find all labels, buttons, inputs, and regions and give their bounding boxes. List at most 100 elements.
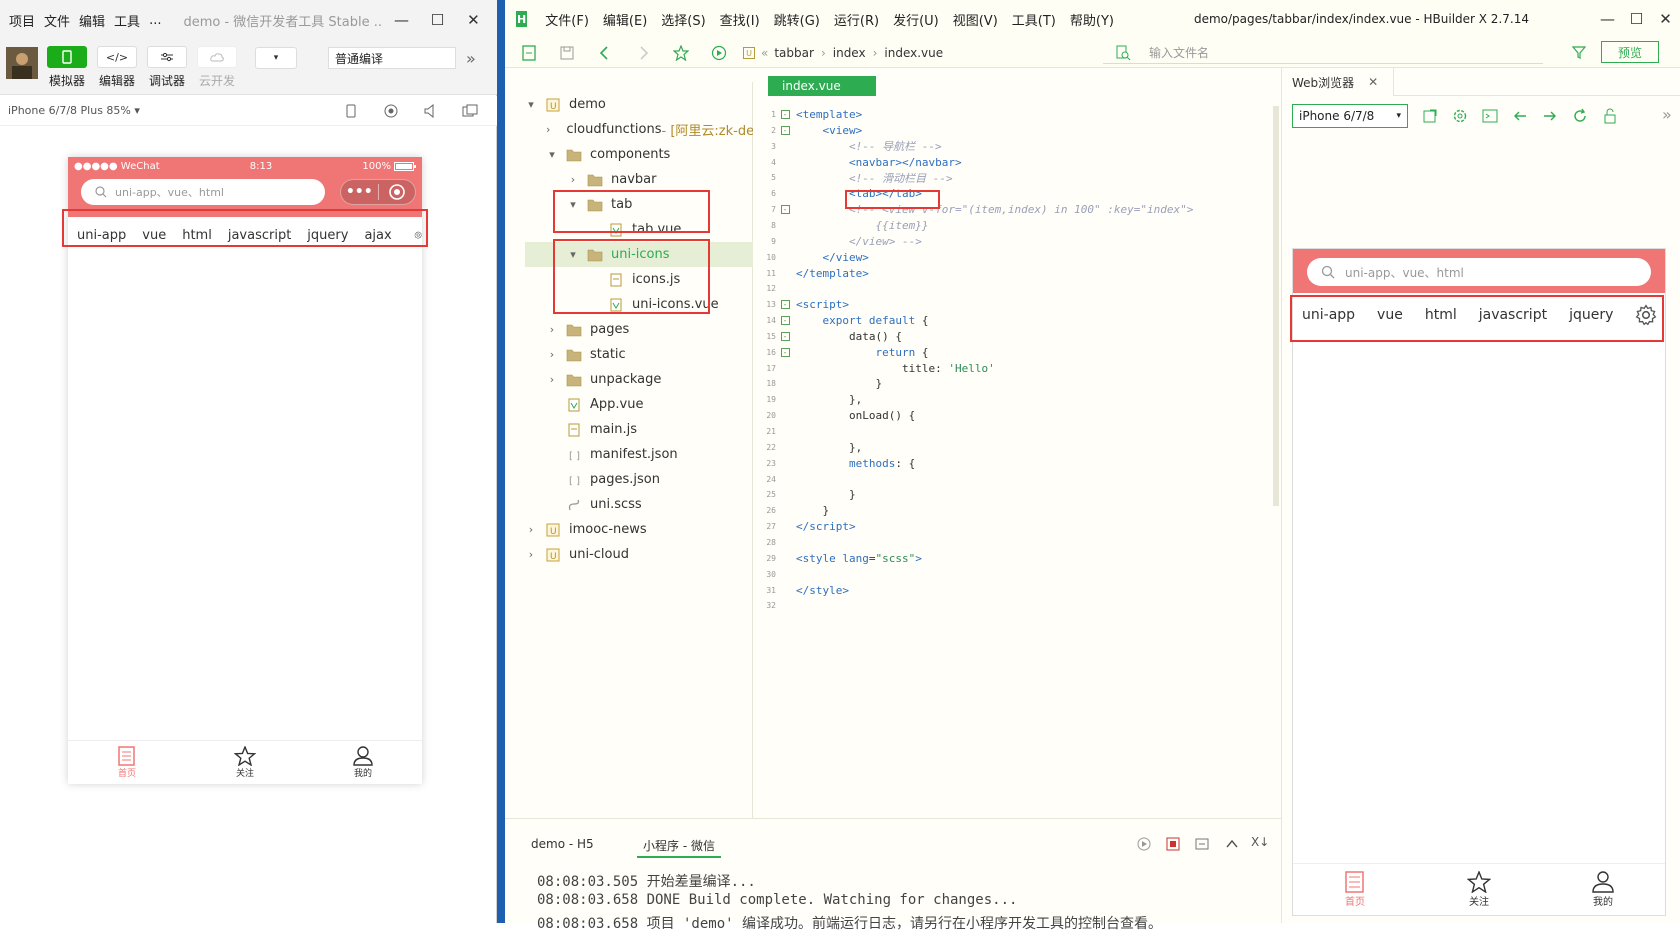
chevron-right-icon[interactable]: › [546, 373, 558, 386]
chevron-down-icon[interactable]: ▾ [546, 148, 558, 161]
code-line[interactable]: 24 [753, 471, 1273, 488]
tree-item[interactable]: › navbar [525, 167, 753, 192]
breadcrumb-item[interactable]: tabbar [774, 46, 814, 60]
code-line[interactable]: 29 <style lang="scss"> [753, 550, 1273, 567]
hb-minimize-icon[interactable]: — [1593, 0, 1622, 39]
settings-icon[interactable] [1452, 108, 1468, 124]
code-line[interactable]: 32 [753, 597, 1273, 614]
hb-menu-find[interactable]: 查找(I) [720, 10, 760, 29]
hb-menu-edit[interactable]: 编辑(E) [603, 10, 647, 29]
tree-item[interactable]: App.vue [525, 392, 753, 417]
rotate-device-icon[interactable] [346, 104, 356, 118]
more-chevron-icon[interactable]: » [466, 49, 476, 68]
hb-menu-goto[interactable]: 跳转(G) [774, 10, 820, 29]
tree-item[interactable]: ▾ components [525, 142, 753, 167]
fold-toggle-icon[interactable]: - [778, 316, 792, 326]
menu-project[interactable]: 项目 [9, 11, 35, 30]
code-line[interactable]: 6 <tab></tab> [753, 185, 1273, 202]
code-line[interactable]: 27 </script> [753, 518, 1273, 535]
code-line[interactable]: 8 {{item}} [753, 217, 1273, 234]
menu-tools[interactable]: 工具 [114, 11, 140, 30]
code-line[interactable]: 1- <template> [753, 106, 1273, 123]
tree-item[interactable]: [ ] pages.json [525, 467, 753, 492]
tree-item[interactable]: › pages [525, 317, 753, 342]
devtools-icon[interactable] [1482, 108, 1498, 124]
console-tab-h5[interactable]: demo - H5 [531, 837, 594, 851]
code-line[interactable]: 22 }, [753, 439, 1273, 456]
menu-more[interactable]: ... [149, 13, 161, 28]
code-line[interactable]: 9 </view> --> [753, 233, 1273, 250]
sim-bottom-home[interactable]: 首页 [68, 741, 186, 784]
editor-button[interactable]: </> 编辑器 [93, 46, 141, 89]
back-arrow-icon[interactable] [597, 45, 613, 61]
hb-menu-view[interactable]: 视图(V) [953, 10, 998, 29]
tree-item[interactable]: › cloudfunctions - [阿里云:zk-der [525, 117, 759, 142]
tree-item[interactable]: › Uimooc-news [525, 517, 753, 542]
code-line[interactable]: 5 <!-- 滑动栏目 --> [753, 169, 1273, 186]
back-arrow-icon[interactable] [1512, 108, 1528, 124]
console-tab-miniprogram[interactable]: 小程序 - 微信 [637, 837, 721, 858]
menu-edit[interactable]: 编辑 [79, 11, 105, 30]
detach-window-icon[interactable] [462, 104, 478, 118]
simulator-button[interactable]: 模拟器 [43, 46, 91, 89]
chevron-right-icon[interactable]: › [525, 523, 537, 536]
breadcrumb-item[interactable]: index.vue [884, 46, 943, 60]
close-miniprogram-icon[interactable] [379, 184, 416, 200]
avatar[interactable] [6, 47, 38, 79]
breadcrumb-overflow-icon[interactable]: « [761, 46, 768, 60]
code-editor[interactable]: index.vue 1- <template> 2- <view> 3 <!-- 导航… [753, 68, 1281, 818]
code-line[interactable]: 4 <navbar></navbar> [753, 154, 1273, 171]
close-icon[interactable]: ✕ [455, 0, 491, 40]
code-line[interactable]: 28 [753, 534, 1273, 551]
chevron-right-icon[interactable]: › [546, 123, 550, 136]
code-line[interactable]: 3 <!-- 导航栏 --> [753, 138, 1273, 155]
hb-menu-tools[interactable]: 工具(T) [1012, 10, 1056, 29]
code-line[interactable]: 31 </style> [753, 582, 1273, 599]
hb-menu-run[interactable]: 运行(R) [834, 10, 879, 29]
console-clear-icon[interactable] [1195, 837, 1209, 851]
lock-icon[interactable] [1602, 108, 1618, 124]
bp-bottom-me[interactable]: 我的 [1541, 864, 1665, 915]
tree-item[interactable]: [ ] manifest.json [525, 442, 753, 467]
chevron-right-icon[interactable]: › [525, 548, 537, 561]
hb-menu-file[interactable]: 文件(F) [545, 10, 589, 29]
chevron-right-icon[interactable]: › [546, 323, 558, 336]
code-line[interactable]: 17 title: 'Hello' [753, 360, 1273, 377]
chevron-down-icon[interactable]: ▾ [525, 98, 537, 111]
console-close-icon[interactable]: X↓ [1251, 835, 1269, 849]
open-external-icon[interactable] [1422, 108, 1438, 124]
breadcrumb-item[interactable]: index [833, 46, 866, 60]
editor-scrollbar[interactable] [1273, 106, 1279, 506]
tree-item[interactable]: uni.scss [525, 492, 753, 517]
more-dots-icon[interactable]: ••• [341, 185, 378, 199]
code-line[interactable]: 18 } [753, 375, 1273, 392]
filter-icon[interactable] [1572, 45, 1586, 59]
sim-bottom-follow[interactable]: 关注 [186, 741, 304, 784]
hb-menu-help[interactable]: 帮助(Y) [1070, 10, 1114, 29]
fold-toggle-icon[interactable]: - [778, 331, 792, 341]
bp-search-input[interactable]: uni-app、vue、html [1307, 258, 1651, 286]
hb-maximize-icon[interactable]: ☐ [1622, 0, 1651, 39]
code-line[interactable]: 2- <view> [753, 122, 1273, 139]
maximize-icon[interactable]: ☐ [419, 0, 455, 40]
debugger-button[interactable]: 调试器 [143, 46, 191, 89]
code-line[interactable]: 26 } [753, 502, 1273, 519]
volume-icon[interactable] [424, 104, 436, 118]
tree-item[interactable]: main.js [525, 417, 753, 442]
more-chevron-icon[interactable]: » [1662, 105, 1672, 124]
record-icon[interactable] [384, 104, 398, 118]
cloud-dev-button[interactable]: 云开发 [193, 46, 241, 89]
fold-toggle-icon[interactable]: - [778, 300, 792, 310]
code-line[interactable]: 15- data() { [753, 328, 1273, 345]
hb-menu-select[interactable]: 选择(S) [661, 10, 705, 29]
tree-item[interactable]: ▾ Udemo [525, 92, 753, 117]
code-line[interactable]: 30 [753, 566, 1273, 583]
browser-tab[interactable]: Web浏览器 ✕ [1282, 68, 1394, 96]
tree-item[interactable]: › unpackage [525, 367, 753, 392]
code-line[interactable]: 13- <script> [753, 296, 1273, 313]
compile-mode-select[interactable]: 普通编译 [328, 47, 456, 69]
tree-item[interactable]: › static [525, 342, 753, 367]
chevron-right-icon[interactable]: › [567, 173, 579, 186]
tree-item[interactable]: › Uuni-cloud [525, 542, 753, 567]
hb-close-icon[interactable]: ✕ [1651, 0, 1680, 39]
